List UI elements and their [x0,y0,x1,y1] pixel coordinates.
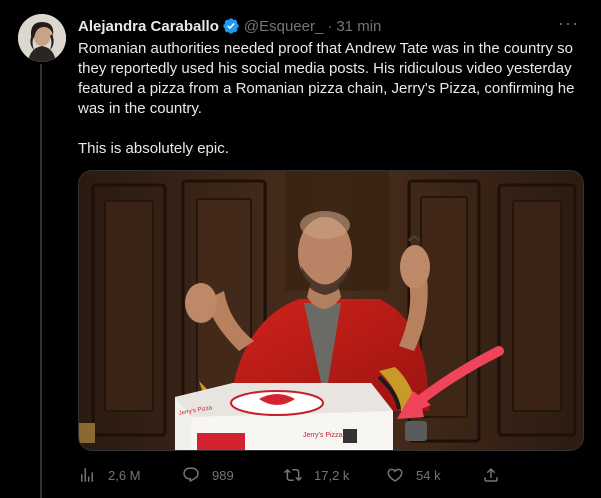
thread-line [40,64,42,498]
reply-button[interactable]: 989 [182,466,234,484]
tweet-paragraph-1: Romanian authorities needed proof that A… [78,40,575,117]
avatar-image [18,14,66,62]
author-handle[interactable]: @Esqueer_ [244,18,323,35]
share-icon [484,467,498,482]
author-name[interactable]: Alejandra Caraballo [78,18,219,35]
video-frame: Jerry's Pizza Jerry's Pizza [79,171,583,450]
reply-count: 989 [212,467,234,483]
tweet-header: Alejandra Caraballo @Esqueer_ · 31 min [78,16,381,36]
heart-icon [387,468,403,482]
verified-badge-icon [222,17,240,35]
tweet[interactable]: Alejandra Caraballo @Esqueer_ · 31 min ·… [0,0,601,498]
like-button[interactable]: 54 k [386,466,441,484]
box-brand-text: Jerry's Pizza [303,432,343,439]
tweet-text: Romanian authorities needed proof that A… [78,39,588,159]
separator-dot: · [327,17,333,35]
pizza-box: Jerry's Pizza Jerry's Pizza [175,383,393,450]
like-count: 54 k [416,467,441,483]
timestamp[interactable]: 31 min [336,18,381,35]
views-count: 2,6 M [108,467,141,483]
views-bar-icon [81,468,93,482]
share-button[interactable] [482,466,512,484]
action-bar: 2,6 M 989 17,2 k 54 k [78,460,508,490]
views-button[interactable]: 2,6 M [78,466,141,484]
retweet-count: 17,2 k [314,467,350,483]
reply-bubble-icon [183,467,199,483]
tweet-paragraph-2: This is absolutely epic. [78,140,229,157]
avatar[interactable] [18,14,66,62]
retweet-button[interactable]: 17,2 k [284,466,349,484]
retweet-icon [284,468,302,482]
tweet-video[interactable]: Jerry's Pizza Jerry's Pizza [78,170,584,451]
more-dots-icon[interactable]: ··· [558,14,579,32]
